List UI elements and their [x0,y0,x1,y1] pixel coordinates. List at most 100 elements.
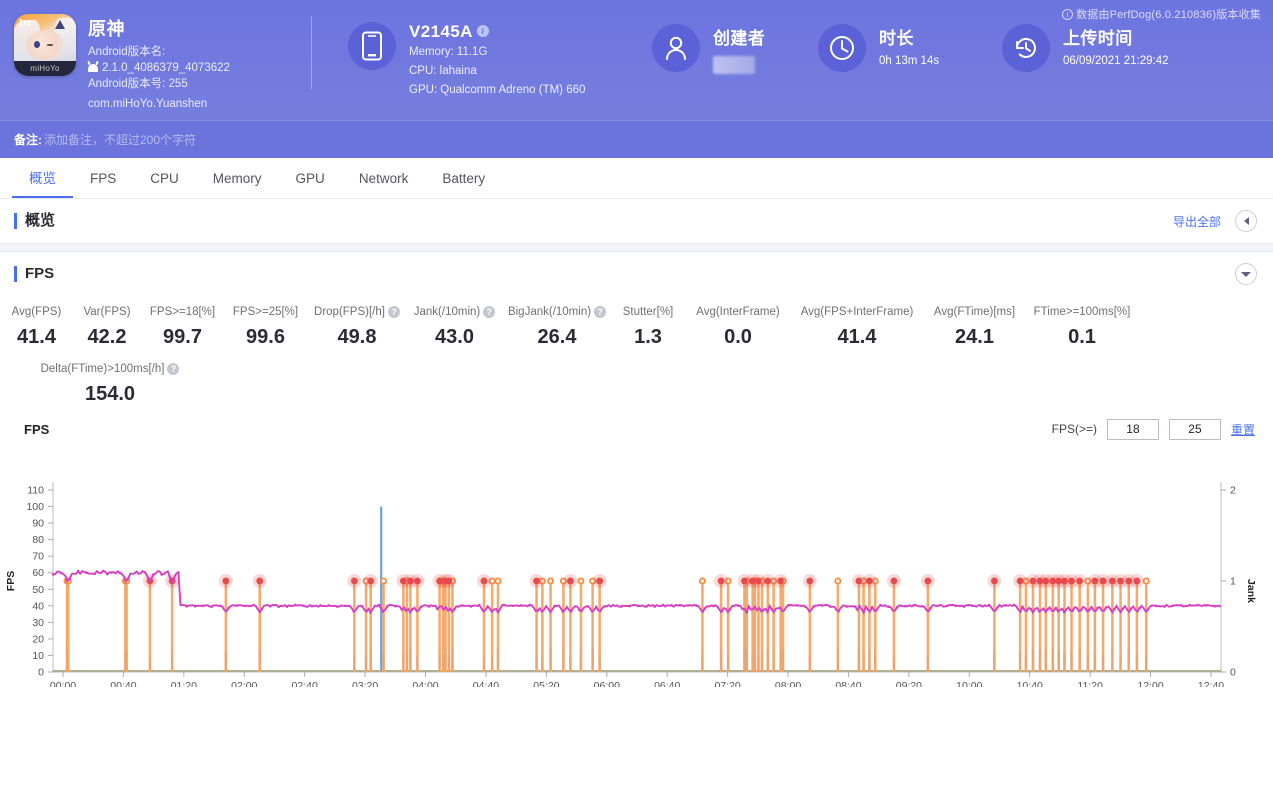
metric-label: Stutter[%] [614,306,682,318]
help-icon[interactable]: ? [388,306,400,318]
metric-value: 154.0 [32,383,188,406]
fps-threshold-label: FPS(>=) [1052,422,1097,436]
x-axis-tick: 05:20 [533,680,559,687]
help-icon[interactable]: ? [167,363,179,375]
metric-bigjank-10min: BigJank(/10min)?26.4 [502,306,612,349]
y-axis-label: FPS [5,571,17,591]
x-axis-tick: 12:00 [1137,680,1163,687]
y2-axis-label: Jank [1245,579,1257,603]
metric-label: Avg(FPS) [2,306,71,318]
app-package: com.miHoYo.Yuanshen [88,98,230,110]
device-info-icon[interactable]: i [477,25,489,37]
android-version-code: Android版本号: 255 [88,76,230,92]
duration-value: 0h 13m 14s [879,55,939,67]
fps-chart: FPS FPS(>=) 18 25 重置 label1 010203040506… [0,410,1273,687]
app-info-block: 1st miHoYo 原神 Android版本名: 2.1.0_4086379_… [14,14,230,110]
metric-value: 41.4 [2,326,71,349]
x-axis-tick: 08:00 [775,680,801,687]
fps-chart-header: FPS FPS(>=) 18 25 重置 [0,410,1273,442]
x-axis-tick: 01:20 [171,680,197,687]
device-gpu: GPU: Qualcomm Adreno (TM) 660 [409,82,585,99]
export-all-link[interactable]: 导出全部 [1173,213,1221,230]
metric-value: 1.3 [614,326,682,349]
section-divider [0,243,1273,252]
page-title: 概览 [14,213,55,229]
collect-version-note: i 数据由PerfDog(6.0.210836)版本收集 [1062,6,1261,22]
icon-star [55,20,65,29]
y-axis-tick: 20 [32,633,44,645]
metric-ftime-100ms: FTime>=100ms[%]0.1 [1027,306,1137,349]
history-icon [1002,24,1050,72]
collect-note-text: 数据由PerfDog(6.0.210836)版本收集 [1076,6,1261,22]
metric-fps-25: FPS>=25[%]99.6 [224,306,307,349]
fps-metrics-row-primary: Avg(FPS)41.4Var(FPS)42.2FPS>=18[%]99.7FP… [0,306,1273,349]
fps-panel: FPS Avg(FPS)41.4Var(FPS)42.2FPS>=18[%]99… [0,252,1273,410]
metric-label: BigJank(/10min)? [504,306,610,318]
device-cpu: CPU: lahaina [409,63,585,80]
icon-face [26,30,64,60]
y-axis-tick: 90 [32,518,44,530]
help-icon[interactable]: ? [594,306,606,318]
x-axis-tick: 09:20 [896,680,922,687]
metric-label: Jank(/10min)? [409,306,500,318]
creator-block: 创建者 [652,24,765,74]
series-stutter [67,507,1146,672]
upload-block: 上传时间 06/09/2021 21:29:42 [1002,24,1169,72]
android-version-name: 2.1.0_4086379_4073622 [102,60,230,76]
tab-overview[interactable]: 概览 [12,158,73,198]
metric-label: Avg(FTime)[ms] [924,306,1025,318]
metric-label: Drop(FPS)[/h]? [309,306,405,318]
remark-bar[interactable]: 备注: 添加备注，不超过200个字符 [0,120,1273,158]
upload-value: 06/09/2021 21:29:42 [1063,55,1169,67]
fps-panel-title: FPS [14,266,54,282]
chevron-down-icon[interactable] [1235,263,1257,285]
device-info-block: V2145Ai Memory: 11.1G CPU: lahaina GPU: … [348,22,585,99]
tab-battery[interactable]: Battery [425,158,502,198]
help-icon[interactable]: ? [483,306,495,318]
x-axis-tick: 07:20 [714,680,740,687]
creator-title: 创建者 [713,24,765,49]
remark-input[interactable]: 添加备注，不超过200个字符 [44,131,196,148]
duration-title: 时长 [879,24,939,49]
metric-value: 99.7 [143,326,222,349]
metric-value: 41.4 [794,326,920,349]
fps-threshold-low-input[interactable]: 18 [1107,419,1159,440]
x-axis-tick: 12:40 [1198,680,1224,687]
tab-cpu[interactable]: CPU [133,158,196,198]
phone-icon [348,22,396,70]
metric-avg-ftime-ms: Avg(FTime)[ms] 24.1 [922,306,1027,349]
fps-plot-svg: 0102030405060708090100110012FPSJank00:00… [0,442,1273,687]
metric-value: 99.6 [226,326,305,349]
metric-avg-fps: Avg(FPS) 41.4 [0,306,73,349]
y-axis-tick: 80 [32,534,44,546]
metric-fps-18: FPS>=18[%]99.7 [141,306,224,349]
tab-memory[interactable]: Memory [196,158,279,198]
fps-plot-area[interactable]: 0102030405060708090100110012FPSJank00:00… [0,442,1273,687]
x-axis-tick: 02:40 [292,680,318,687]
tab-network[interactable]: Network [342,158,426,198]
fps-threshold-high-input[interactable]: 25 [1169,419,1221,440]
metric-value: 42.2 [75,326,139,349]
metric-drop-fps-h: Drop(FPS)[/h]? 49.8 [307,306,407,349]
chevron-left-icon[interactable] [1235,210,1257,232]
tab-gpu[interactable]: GPU [279,158,342,198]
clock-icon [818,24,866,72]
android-icon [88,64,98,72]
metric-value: 43.0 [409,326,500,349]
app-icon: 1st miHoYo [14,14,76,76]
y-axis-tick: 110 [27,485,44,497]
y-axis-tick: 60 [32,567,44,579]
y2-axis-tick: 1 [1230,576,1236,588]
metric-value: 24.1 [924,326,1025,349]
fps-metrics: Avg(FPS)41.4Var(FPS)42.2FPS>=18[%]99.7FP… [0,296,1273,410]
metric-label: Avg(InterFrame) [686,306,790,318]
reset-link[interactable]: 重置 [1231,421,1255,438]
main-tabbar: 概览 FPS CPU Memory GPU Network Battery [0,158,1273,199]
metric-value: 49.8 [309,326,405,349]
y-axis-tick: 30 [32,617,44,629]
tab-fps[interactable]: FPS [73,158,133,198]
metric-jank-10min: Jank(/10min)? 43.0 [407,306,502,349]
x-axis-tick: 06:40 [654,680,680,687]
x-axis-tick: 10:40 [1017,680,1043,687]
overview-panel: 概览 导出全部 [0,199,1273,243]
